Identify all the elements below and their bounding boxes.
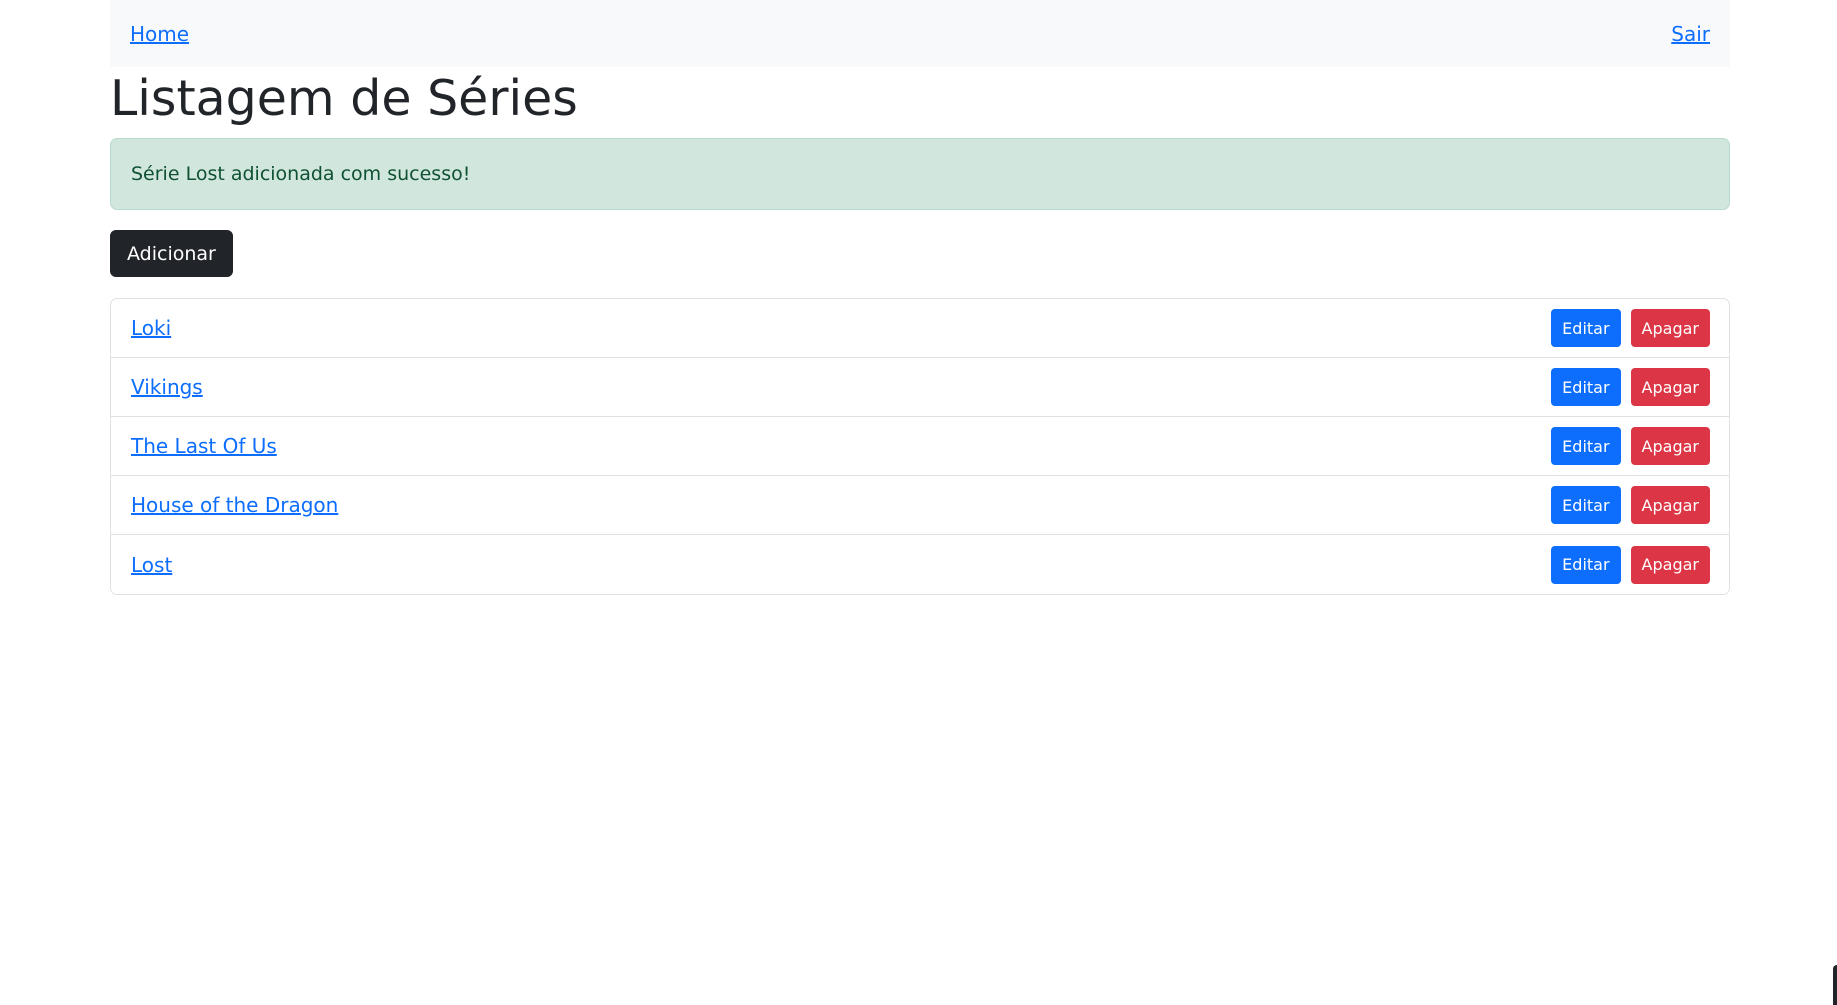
delete-button[interactable]: Apagar	[1630, 427, 1710, 465]
edit-button[interactable]: Editar	[1551, 545, 1621, 584]
row-actions: Editar Apagar	[1551, 427, 1710, 465]
delete-button[interactable]: Apagar	[1630, 309, 1710, 347]
delete-button[interactable]: Apagar	[1630, 545, 1710, 584]
series-link[interactable]: Vikings	[131, 375, 203, 399]
list-item: The Last Of Us Editar Apagar	[111, 417, 1729, 476]
series-link[interactable]: Lost	[131, 553, 172, 577]
list-item: Loki Editar Apagar	[111, 299, 1729, 358]
edit-button[interactable]: Editar	[1551, 368, 1621, 406]
alert-message: Série Lost adicionada com sucesso!	[131, 163, 471, 185]
series-link[interactable]: Loki	[131, 316, 171, 340]
logout-link[interactable]: Sair	[1671, 22, 1710, 46]
list-item: Vikings Editar Apagar	[111, 358, 1729, 417]
page-container: Home Sair Listagem de Séries Série Lost …	[110, 0, 1730, 595]
series-link[interactable]: The Last Of Us	[131, 434, 277, 458]
series-list: Loki Editar Apagar Vikings Editar Apagar…	[110, 298, 1730, 595]
list-item: Lost Editar Apagar	[111, 535, 1729, 594]
row-actions: Editar Apagar	[1551, 368, 1710, 406]
add-series-button[interactable]: Adicionar	[110, 230, 233, 277]
success-alert: Série Lost adicionada com sucesso!	[110, 138, 1730, 210]
row-actions: Editar Apagar	[1551, 486, 1710, 524]
edit-button[interactable]: Editar	[1551, 309, 1621, 347]
list-item: House of the Dragon Editar Apagar	[111, 476, 1729, 535]
navbar: Home Sair	[110, 0, 1730, 67]
edit-button[interactable]: Editar	[1551, 486, 1621, 524]
delete-button[interactable]: Apagar	[1630, 486, 1710, 524]
edit-button[interactable]: Editar	[1551, 427, 1621, 465]
page-title: Listagem de Séries	[110, 70, 578, 127]
window-corner-edge	[1833, 965, 1837, 1005]
row-actions: Editar Apagar	[1551, 309, 1710, 347]
series-link[interactable]: House of the Dragon	[131, 493, 338, 517]
delete-button[interactable]: Apagar	[1630, 368, 1710, 406]
row-actions: Editar Apagar	[1551, 545, 1710, 584]
home-link[interactable]: Home	[130, 22, 189, 46]
